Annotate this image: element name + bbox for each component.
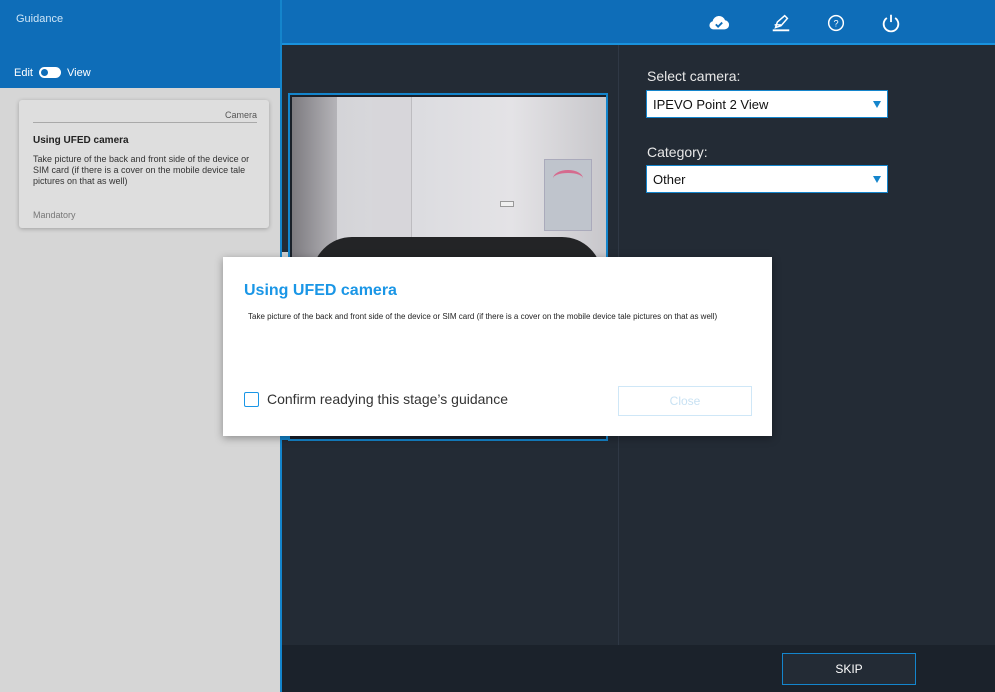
preview-switch (500, 201, 514, 207)
guidance-title: Guidance (16, 13, 64, 25)
mode-bar: Edit View (0, 45, 280, 88)
guidance-header: Guidance (0, 0, 280, 45)
card-category: Camera (224, 110, 257, 120)
card-title: Using UFED camera (33, 135, 129, 146)
power-icon[interactable] (880, 12, 902, 34)
help-icon[interactable]: ? (825, 12, 847, 34)
camera-preview (292, 97, 606, 262)
card-divider (33, 122, 257, 123)
chevron-down-icon (873, 101, 881, 108)
top-toolbar: ? (282, 0, 995, 45)
edit-label[interactable]: Edit (14, 67, 33, 79)
card-tag: Mandatory (33, 210, 76, 220)
skip-button[interactable]: SKIP (782, 653, 916, 685)
chevron-down-icon (873, 176, 881, 183)
guidance-modal: Using UFED camera Take picture of the ba… (223, 257, 772, 436)
edit-view-toggle[interactable] (39, 67, 61, 78)
modal-title: Using UFED camera (244, 282, 397, 299)
category-select-value: Other (653, 172, 686, 187)
sign-icon[interactable] (770, 12, 792, 34)
preview-poster (544, 159, 592, 231)
view-label[interactable]: View (67, 67, 91, 79)
select-camera-label: Select camera: (647, 68, 741, 84)
camera-select-value: IPEVO Point 2 View (653, 97, 769, 112)
svg-text:?: ? (833, 19, 838, 29)
cloud-check-icon[interactable] (708, 12, 730, 34)
preview-shadow (292, 97, 337, 262)
category-select[interactable]: Other (646, 165, 888, 193)
guidance-card[interactable]: Camera Using UFED camera Take picture of… (19, 100, 269, 228)
modal-description: Take picture of the back and front side … (248, 312, 718, 321)
close-button[interactable]: Close (618, 386, 752, 416)
toggle-knob (41, 69, 48, 76)
confirm-label[interactable]: Confirm readying this stage’s guidance (267, 391, 508, 407)
category-label: Category: (647, 144, 708, 160)
camera-select[interactable]: IPEVO Point 2 View (646, 90, 888, 118)
confirm-checkbox[interactable] (244, 392, 259, 407)
card-description: Take picture of the back and front side … (33, 154, 250, 186)
